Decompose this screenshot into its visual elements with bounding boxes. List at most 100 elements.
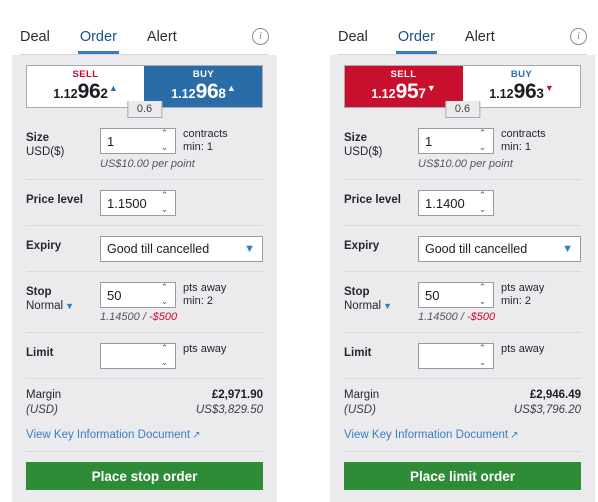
chevron-down-icon-expiry-right[interactable]: ▼: [562, 243, 573, 255]
size-increment-icon-right[interactable]: ⌃: [476, 130, 489, 139]
price-level-decrement-icon-left[interactable]: ⌄: [158, 206, 171, 215]
stop-stepper-right[interactable]: ⌃ ⌄: [418, 282, 494, 308]
stop-label-left: Stop Normal ▼: [26, 282, 100, 313]
size-per-point-hint-left: US$10.00 per point: [100, 158, 195, 170]
size-row-left: Size USD($) ⌃ ⌄ contracts: [26, 122, 263, 179]
chevron-down-icon-expiry-left[interactable]: ▼: [244, 243, 255, 255]
size-stepper-left[interactable]: ⌃ ⌄: [100, 128, 176, 154]
limit-decrement-icon-left[interactable]: ⌄: [158, 359, 171, 368]
stop-stepper-buttons-right[interactable]: ⌃ ⌄: [476, 284, 489, 307]
limit-increment-icon-right[interactable]: ⌃: [476, 345, 489, 354]
limit-increment-icon-left[interactable]: ⌃: [158, 345, 171, 354]
stop-units-text-left: pts away: [183, 282, 227, 294]
size-stepper-right[interactable]: ⌃ ⌄: [418, 128, 494, 154]
tab-deal-right[interactable]: Deal: [338, 29, 368, 54]
sell-trend-down-icon-right: ▼: [426, 83, 436, 93]
buy-price-small-left: 1.12: [171, 87, 196, 101]
buy-label-left: BUY: [192, 69, 215, 80]
expiry-select-left[interactable]: Good till cancelled ▼: [100, 236, 263, 262]
tab-alert-right[interactable]: Alert: [465, 29, 495, 54]
stop-increment-icon-right[interactable]: ⌃: [476, 284, 489, 293]
limit-input-right[interactable]: [419, 345, 471, 367]
stop-input-left[interactable]: [101, 284, 153, 306]
tab-alert-left[interactable]: Alert: [147, 29, 177, 54]
stop-input-right[interactable]: [419, 284, 471, 306]
info-icon-left[interactable]: i: [252, 28, 269, 45]
size-increment-icon-left[interactable]: ⌃: [158, 130, 171, 139]
limit-stepper-left[interactable]: ⌃ ⌄: [100, 343, 176, 369]
stop-units-right: pts away min: 2: [501, 282, 544, 308]
sell-price-small-right: 1.12: [371, 87, 396, 101]
sell-label-left: SELL: [72, 69, 99, 80]
stop-increment-icon-left[interactable]: ⌃: [158, 284, 171, 293]
limit-stepper-buttons-right[interactable]: ⌃ ⌄: [476, 345, 489, 368]
limit-input-left[interactable]: [101, 345, 153, 367]
price-level-row-right: Price level ⌃ ⌄: [344, 179, 581, 225]
price-level-label-right: Price level: [344, 190, 418, 207]
stop-field-line-left: ⌃ ⌄ pts away min: 2: [100, 282, 226, 308]
tab-order-right[interactable]: Order: [395, 29, 437, 54]
size-currency-left: USD($): [26, 146, 65, 158]
limit-stepper-buttons-left[interactable]: ⌃ ⌄: [158, 345, 171, 368]
price-level-field-line-right: ⌃ ⌄: [418, 190, 494, 216]
place-order-wrap-right: Place limit order: [344, 451, 581, 490]
size-input-left[interactable]: [101, 130, 153, 152]
sell-trend-up-icon-left: ▲: [108, 83, 118, 93]
stop-decrement-icon-right[interactable]: ⌄: [476, 298, 489, 307]
limit-label-text-left: Limit: [26, 347, 54, 359]
price-level-stepper-right[interactable]: ⌃ ⌄: [418, 190, 494, 216]
size-decrement-icon-left[interactable]: ⌄: [158, 144, 171, 153]
ticket-tabs-left: Deal Order Alert i: [12, 18, 277, 54]
size-units-text-right: contracts: [501, 128, 546, 140]
size-stepper-buttons-right[interactable]: ⌃ ⌄: [476, 130, 489, 153]
price-level-stepper-buttons-right[interactable]: ⌃ ⌄: [476, 192, 489, 215]
order-tickets-stage: Deal Order Alert i SELL 1.12 96 2 ▲ BUY …: [0, 0, 598, 502]
price-level-increment-icon-left[interactable]: ⌃: [158, 192, 171, 201]
expiry-label-text-right: Expiry: [344, 240, 380, 252]
key-information-document-link-right[interactable]: View Key Information Document ↗: [344, 429, 581, 441]
price-level-stepper-buttons-left[interactable]: ⌃ ⌄: [158, 192, 171, 215]
price-ticker-left: SELL 1.12 96 2 ▲ BUY 1.12 96 8 ▲ 0.6: [26, 65, 263, 122]
price-level-input-right[interactable]: [419, 192, 471, 214]
margin-currency-left: (USD): [26, 404, 58, 416]
info-icon-right[interactable]: i: [570, 28, 587, 45]
buy-button-right[interactable]: BUY 1.12 96 3 ▼: [463, 66, 580, 107]
size-input-right[interactable]: [419, 130, 471, 152]
place-stop-order-button[interactable]: Place stop order: [26, 462, 263, 490]
limit-stepper-right[interactable]: ⌃ ⌄: [418, 343, 494, 369]
stop-type-right[interactable]: Normal ▼: [344, 299, 418, 313]
spread-badge-left: 0.6: [126, 101, 163, 118]
price-level-stepper-left[interactable]: ⌃ ⌄: [100, 190, 176, 216]
chevron-down-icon-stop-left[interactable]: ▼: [65, 301, 74, 311]
price-level-increment-icon-right[interactable]: ⌃: [476, 192, 489, 201]
tab-deal-left[interactable]: Deal: [20, 29, 50, 54]
tab-order-left[interactable]: Order: [77, 29, 119, 54]
size-per-point-hint-right: US$10.00 per point: [418, 158, 513, 170]
stop-row-left: Stop Normal▼ ⌃ ⌄ pts away: [26, 271, 263, 332]
sell-label-right: SELL: [390, 69, 417, 80]
stop-min-right: min: 2: [501, 295, 531, 307]
size-field-line-right: ⌃ ⌄ contracts min: 1: [418, 128, 546, 154]
stop-hint-amount-left: -$500: [148, 311, 178, 323]
price-level-decrement-icon-right[interactable]: ⌄: [476, 206, 489, 215]
chevron-down-icon-stop-right[interactable]: ▼: [383, 301, 392, 311]
sell-price-tail-left: 2: [100, 86, 108, 101]
stop-stepper-buttons-left[interactable]: ⌃ ⌄: [158, 284, 171, 307]
stop-stepper-left[interactable]: ⌃ ⌄: [100, 282, 176, 308]
place-limit-order-button[interactable]: Place limit order: [344, 462, 581, 490]
limit-decrement-icon-right[interactable]: ⌄: [476, 359, 489, 368]
price-level-input-left[interactable]: [101, 192, 153, 214]
stop-decrement-icon-left[interactable]: ⌄: [158, 298, 171, 307]
key-information-document-link-left[interactable]: View Key Information Document ↗: [26, 429, 263, 441]
stop-order-ticket: Deal Order Alert i SELL 1.12 96 2 ▲ BUY …: [12, 18, 277, 502]
size-units-text-left: contracts: [183, 128, 228, 140]
buy-price-big-right: 96: [513, 80, 537, 103]
limit-order-ticket: Deal Order Alert i SELL 1.12 95 7 ▼ BUY …: [330, 18, 595, 502]
size-stepper-buttons-left[interactable]: ⌃ ⌄: [158, 130, 171, 153]
size-decrement-icon-right[interactable]: ⌄: [476, 144, 489, 153]
limit-field-line-right: ⌃ ⌄ pts away: [418, 343, 544, 369]
margin-label-text-left: Margin: [26, 389, 62, 401]
expiry-select-right[interactable]: Good till cancelled ▼: [418, 236, 581, 262]
limit-row-left: Limit ⌃ ⌄ pts away: [26, 332, 263, 378]
stop-type-left[interactable]: Normal ▼: [26, 299, 100, 313]
